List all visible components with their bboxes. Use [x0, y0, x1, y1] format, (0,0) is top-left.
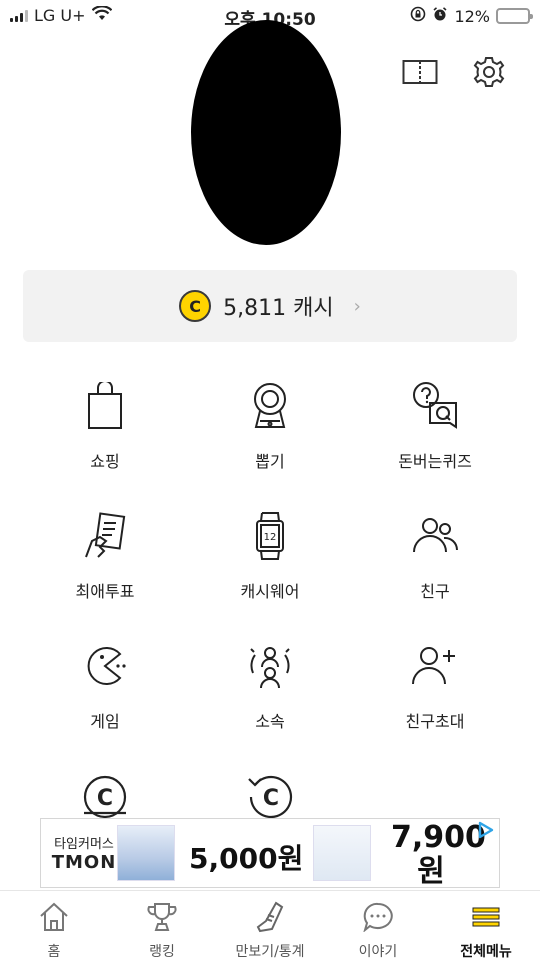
menu-item-quiz[interactable]: 돈버는퀴즈	[345, 370, 525, 490]
shoe-icon	[254, 901, 286, 933]
menu-item-shopping[interactable]: 쇼핑	[15, 370, 195, 490]
menu-label: 돈버는퀴즈	[398, 452, 472, 471]
add-friend-icon	[409, 640, 461, 692]
group-icon	[244, 640, 296, 692]
coin-icon: C	[179, 290, 212, 322]
shopping-bag-icon	[79, 380, 131, 432]
nav-item-all-menu[interactable]: 전체메뉴	[432, 891, 540, 961]
ad-product-image	[117, 825, 175, 881]
menu-label: 소속	[255, 712, 285, 731]
ad-price-2-unit: 원	[417, 854, 445, 888]
friends-icon	[409, 510, 461, 562]
menu-icon	[470, 901, 502, 933]
nav-label: 홈	[47, 944, 61, 960]
ad-brand-subtitle: 타임커머스	[54, 837, 114, 852]
chat-icon	[362, 901, 394, 933]
ad-choices-icon[interactable]	[477, 821, 495, 843]
nav-label: 이야기	[358, 944, 398, 960]
watch-face-text: 12	[264, 532, 277, 543]
nav-item-home[interactable]: 홈	[0, 891, 108, 961]
svg-text:C: C	[97, 786, 113, 811]
smartwatch-icon: 12	[244, 510, 296, 562]
menu-label: 쇼핑	[90, 452, 120, 471]
nav-label: 랭킹	[149, 944, 175, 960]
ad-price-2-number: 7,900	[391, 820, 486, 855]
alarm-icon	[432, 6, 448, 26]
cash-refresh-icon: C	[244, 770, 296, 822]
rotation-lock-icon	[410, 6, 426, 26]
cash-amount: 5,811 캐시	[223, 296, 334, 321]
profile-avatar[interactable]	[191, 20, 341, 245]
quiz-icon	[409, 380, 461, 432]
menu-item-friends[interactable]: 친구	[345, 500, 525, 620]
cash-balance-bar[interactable]: C 5,811 캐시 ›	[23, 270, 517, 342]
coin-history-icon: C	[79, 770, 131, 822]
nav-label: 만보기/통계	[235, 944, 305, 960]
bottom-nav: 홈 랭킹 만보기/통계 이야기 전체메뉴	[0, 890, 540, 961]
ad-price-2: 7,900 원	[391, 820, 486, 888]
menu-label: 뽑기	[255, 452, 285, 471]
nav-item-pedometer[interactable]: 만보기/통계	[216, 891, 324, 961]
menu-item-cashwear[interactable]: 12 캐시웨어	[180, 500, 360, 620]
menu-label: 캐시웨어	[240, 582, 300, 601]
ad-price-1: 5,000원	[189, 842, 304, 875]
svg-text:C: C	[263, 786, 279, 811]
menu-label: 게임	[90, 712, 120, 731]
menu-label: 친구	[420, 582, 450, 601]
home-icon	[38, 901, 70, 933]
menu-item-invite-friend[interactable]: 친구초대	[345, 630, 525, 750]
passbook-icon[interactable]	[400, 52, 440, 92]
ad-banner[interactable]: 타임커머스 TMON 5,000원 7,900 원	[40, 818, 500, 888]
nav-item-story[interactable]: 이야기	[324, 891, 432, 961]
menu-item-group[interactable]: 소속	[180, 630, 360, 750]
chevron-right-icon: ›	[353, 295, 361, 317]
menu-label: 친구초대	[405, 712, 465, 731]
battery-icon	[496, 8, 533, 24]
vote-icon	[79, 510, 131, 562]
ad-brand: 타임커머스 TMON	[49, 833, 119, 873]
ad-product-image-2	[313, 825, 371, 881]
gacha-machine-icon	[244, 380, 296, 432]
battery-percent: 12%	[454, 6, 490, 26]
menu-label: 최애투표	[75, 582, 135, 601]
trophy-icon	[146, 901, 178, 933]
status-right: 12%	[410, 6, 533, 26]
nav-item-ranking[interactable]: 랭킹	[108, 891, 216, 961]
settings-gear-icon[interactable]	[469, 52, 509, 92]
menu-item-vote[interactable]: 최애투표	[15, 500, 195, 620]
menu-item-game[interactable]: 게임	[15, 630, 195, 750]
nav-label: 전체메뉴	[460, 944, 512, 960]
menu-item-gacha[interactable]: 뽑기	[180, 370, 360, 490]
ad-brand-logo: TMON	[51, 852, 117, 873]
pacman-icon	[79, 640, 131, 692]
